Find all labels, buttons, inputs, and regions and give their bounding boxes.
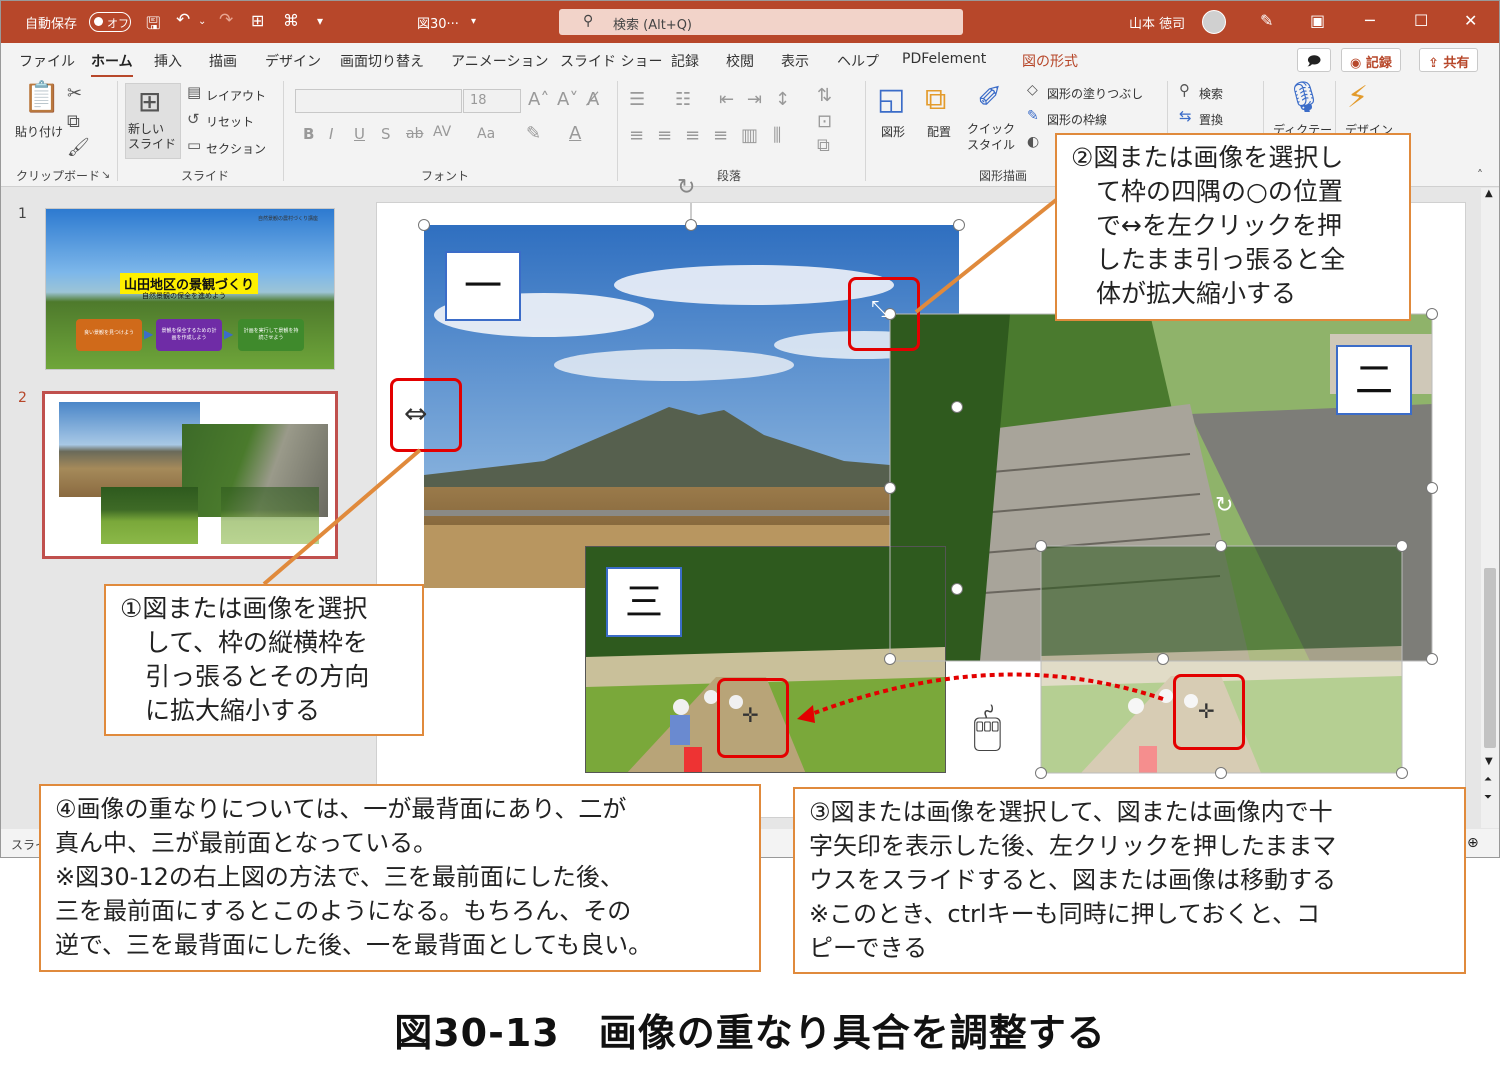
figure-caption: 図30-13 画像の重なり具合を調整する [394,1011,1106,1055]
callout-connectors [262,198,1058,586]
